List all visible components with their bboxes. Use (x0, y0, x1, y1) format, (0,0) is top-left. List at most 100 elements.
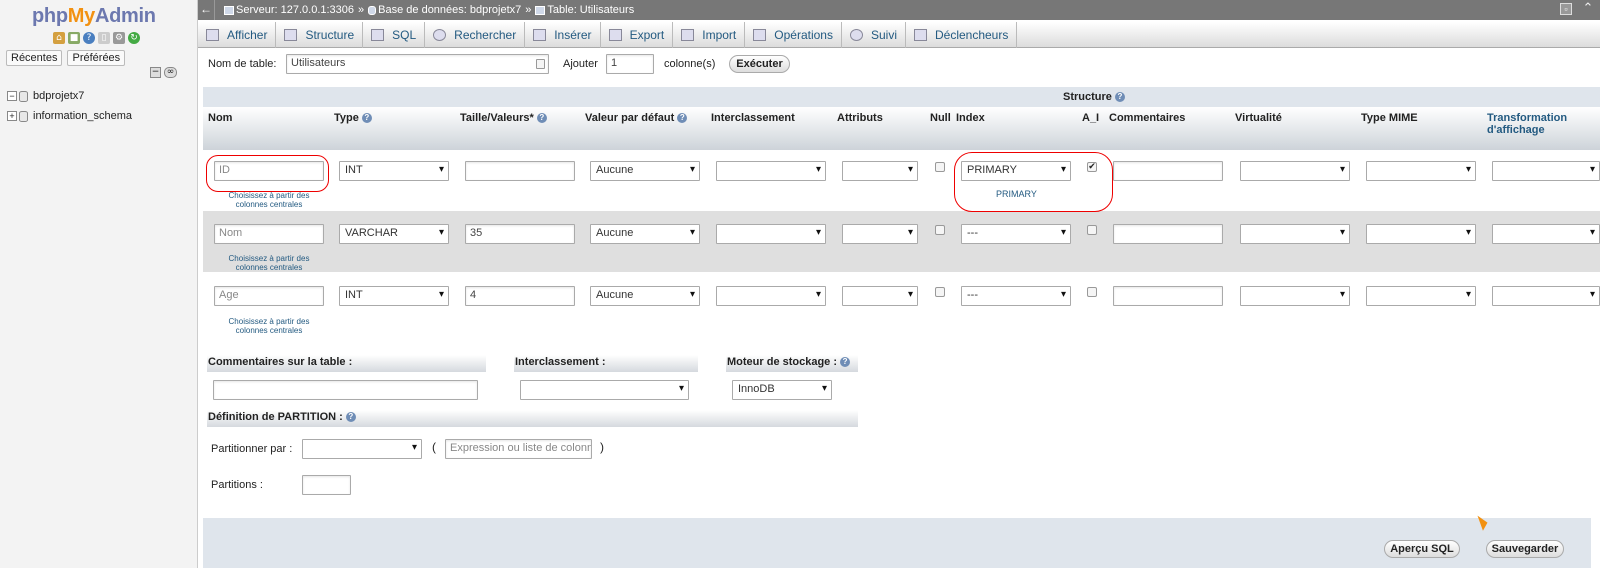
phpmyadmin-logo[interactable]: phpMyAdmin (32, 5, 156, 28)
help-icon[interactable]: ? (1114, 92, 1125, 103)
tab-declencheurs[interactable]: Déclencheurs (906, 22, 1018, 48)
help-icon[interactable]: ? (536, 113, 547, 124)
mime-select[interactable] (1366, 161, 1476, 181)
collation-select[interactable] (716, 161, 826, 181)
partitions-input[interactable] (302, 475, 351, 495)
save-button[interactable]: Sauvegarder (1486, 540, 1564, 558)
table-menu: Afficher Structure SQL Rechercher Insére… (198, 22, 1600, 48)
header-transformation[interactable]: Transformation d'affichage (1487, 112, 1587, 136)
central-columns-link[interactable]: Choisissez à partir des colonnes central… (214, 191, 324, 209)
length-input[interactable]: 4 (465, 286, 575, 306)
database-item[interactable]: + information_schema (7, 106, 132, 126)
breadcrumb-separator: » (525, 4, 532, 16)
type-select[interactable]: INT (339, 161, 449, 181)
central-columns-link[interactable]: Choisissez à partir des colonnes central… (214, 317, 324, 335)
database-tree: − bdprojetx7 + information_schema (7, 86, 132, 126)
expand-icon[interactable]: ⌃ (1582, 1, 1594, 15)
tab-import[interactable]: Import (673, 22, 746, 48)
default-select[interactable]: Aucune (590, 224, 700, 244)
collation-select[interactable] (716, 224, 826, 244)
index-select[interactable]: --- (961, 224, 1071, 244)
collapse-icon[interactable]: − (7, 91, 17, 101)
central-columns-link[interactable]: Choisissez à partir des colonnes central… (214, 254, 324, 272)
sql-preview-button[interactable]: Aperçu SQL (1384, 540, 1460, 558)
virtuality-select[interactable] (1240, 286, 1350, 306)
execute-button[interactable]: Exécuter (729, 55, 790, 73)
recent-tab[interactable]: Récentes (6, 50, 63, 66)
table-name-input[interactable]: Utilisateurs (286, 54, 549, 74)
partition-expression-input[interactable]: Expression ou liste de colonnes (445, 439, 592, 459)
tab-inserer[interactable]: Insérer (525, 22, 601, 48)
reload-icon[interactable]: ↻ (128, 32, 140, 44)
help-icon[interactable]: ? (345, 412, 356, 423)
breadcrumb-server[interactable]: Serveur: 127.0.0.1:3306 (224, 4, 354, 16)
breadcrumb-table[interactable]: Table: Utilisateurs (535, 4, 634, 16)
storage-engine-select[interactable]: InnoDB (732, 380, 832, 400)
mime-select[interactable] (1366, 224, 1476, 244)
null-checkbox[interactable] (935, 287, 945, 297)
transformation-select[interactable] (1492, 161, 1600, 181)
length-input[interactable] (465, 161, 575, 181)
link-icon[interactable]: ∞ (164, 67, 177, 78)
type-select[interactable]: VARCHAR (339, 224, 449, 244)
tab-sql[interactable]: SQL (363, 22, 426, 48)
null-checkbox[interactable] (935, 225, 945, 235)
export-icon (608, 29, 622, 41)
transformation-select[interactable] (1492, 286, 1600, 306)
attributes-select[interactable] (842, 286, 918, 306)
tab-export[interactable]: Export (601, 22, 674, 48)
help-icon[interactable]: ? (83, 32, 95, 44)
mime-select[interactable] (1366, 286, 1476, 306)
help-icon[interactable]: ? (840, 357, 851, 368)
comments-input[interactable] (1113, 286, 1223, 306)
help-icon[interactable]: ? (361, 113, 372, 124)
tab-structure[interactable]: Structure (276, 22, 364, 48)
comments-input[interactable] (1113, 161, 1223, 181)
favorites-tab[interactable]: Préférées (67, 50, 126, 66)
type-select[interactable]: INT (339, 286, 449, 306)
database-item[interactable]: − bdprojetx7 (7, 86, 132, 106)
insert-icon (533, 29, 547, 41)
table-collation-select[interactable] (520, 380, 689, 400)
column-name-input[interactable]: Age (214, 286, 324, 306)
tab-operations[interactable]: Opérations (745, 22, 842, 48)
tab-suivi[interactable]: Suivi (842, 22, 906, 48)
attributes-select[interactable] (842, 224, 918, 244)
null-checkbox[interactable] (935, 162, 945, 172)
attributes-select[interactable] (842, 161, 918, 181)
settings-icon[interactable]: ⚙ (113, 32, 125, 44)
help-icon[interactable]: ? (677, 113, 688, 124)
virtuality-select[interactable] (1240, 161, 1350, 181)
index-select[interactable]: --- (961, 286, 1071, 306)
transformation-select[interactable] (1492, 224, 1600, 244)
partition-by-label: Partitionner par : (211, 443, 293, 455)
table-comments-input[interactable] (213, 380, 478, 400)
logout-icon[interactable]: ■ (68, 32, 80, 44)
default-select[interactable]: Aucune (590, 161, 700, 181)
home-icon[interactable]: ⌂ (53, 32, 65, 44)
collation-select[interactable] (716, 286, 826, 306)
header-type: Type? (334, 112, 372, 124)
column-name-input[interactable]: Nom (214, 224, 324, 244)
add-columns-input[interactable]: 1 (606, 54, 654, 74)
toggle-navigation-arrow[interactable]: ← (198, 0, 215, 20)
collapse-all-icon[interactable]: − (150, 67, 161, 78)
partition-by-select[interactable] (302, 439, 422, 459)
tab-afficher[interactable]: Afficher (198, 22, 277, 48)
virtuality-select[interactable] (1240, 224, 1350, 244)
structure-title: Structure? (1063, 91, 1125, 103)
phpmyadmin-window: phpMyAdmin ⌂ ■ ? ▯ ⚙ ↻ Récentes Préférée… (0, 0, 1600, 568)
add-label: Ajouter (563, 58, 598, 70)
expand-icon[interactable]: + (7, 111, 17, 121)
ai-checkbox[interactable] (1087, 225, 1097, 235)
lock-icon[interactable]: ▫ (1560, 3, 1572, 15)
header-mime: Type MIME (1361, 112, 1418, 124)
comments-input[interactable] (1113, 224, 1223, 244)
tab-rechercher[interactable]: Rechercher (425, 22, 526, 48)
docs-icon[interactable]: ▯ (98, 32, 110, 44)
ai-checkbox[interactable] (1087, 287, 1097, 297)
columns-label: colonne(s) (664, 58, 716, 70)
breadcrumb-database[interactable]: Base de données: bdprojetx7 (368, 4, 521, 16)
default-select[interactable]: Aucune (590, 286, 700, 306)
length-input[interactable]: 35 (465, 224, 575, 244)
